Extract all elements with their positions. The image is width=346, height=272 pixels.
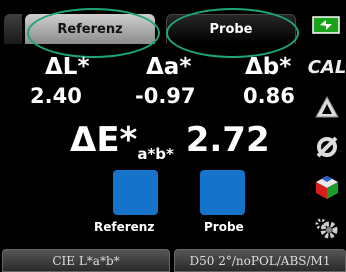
color-cube-icon bbox=[316, 176, 338, 199]
sample-swatch bbox=[200, 170, 245, 215]
gear-icon bbox=[315, 218, 338, 239]
battery-plug-icon bbox=[312, 16, 340, 34]
highlight-oval-reference bbox=[27, 8, 160, 58]
delta-b-value: 0.86 bbox=[243, 84, 295, 108]
sidebar: CAL bbox=[307, 0, 346, 272]
cal-button[interactable]: CAL bbox=[307, 50, 346, 84]
reference-swatch bbox=[113, 170, 158, 215]
delta-e-value: 2.72 bbox=[185, 120, 270, 160]
highlight-oval-sample bbox=[166, 8, 299, 58]
sigma-icon bbox=[316, 136, 338, 158]
cal-icon: CAL bbox=[307, 56, 346, 78]
delta-e-label: ΔE* bbox=[70, 120, 138, 160]
delta-icon bbox=[315, 95, 339, 118]
delta-e-subscript: a*b* bbox=[137, 144, 174, 163]
reference-swatch-label: Referenz bbox=[94, 220, 155, 234]
delta-a-value: -0.97 bbox=[135, 84, 196, 108]
delta-a-label: Δa* bbox=[146, 54, 192, 80]
tab-edge bbox=[4, 14, 22, 44]
conditions-tab[interactable]: D50 2°/noPOL/ABS/M1 bbox=[174, 249, 346, 272]
delta-l-value: 2.40 bbox=[30, 84, 82, 108]
color-cube-button[interactable] bbox=[309, 170, 345, 204]
delta-l-label: ΔL* bbox=[45, 54, 90, 80]
footer: CIE L*a*b* D50 2°/noPOL/ABS/M1 bbox=[0, 249, 346, 272]
sample-swatch-label: Probe bbox=[204, 220, 244, 234]
delta-b-label: Δb* bbox=[245, 54, 292, 80]
sigma-button[interactable] bbox=[309, 130, 345, 164]
color-space-tab[interactable]: CIE L*a*b* bbox=[2, 249, 170, 272]
battery-plug-button[interactable] bbox=[309, 8, 345, 42]
delta-button[interactable] bbox=[309, 90, 345, 124]
delta-e-readout: ΔE*a*b* 2.72 bbox=[70, 120, 270, 163]
settings-button[interactable] bbox=[309, 212, 345, 246]
